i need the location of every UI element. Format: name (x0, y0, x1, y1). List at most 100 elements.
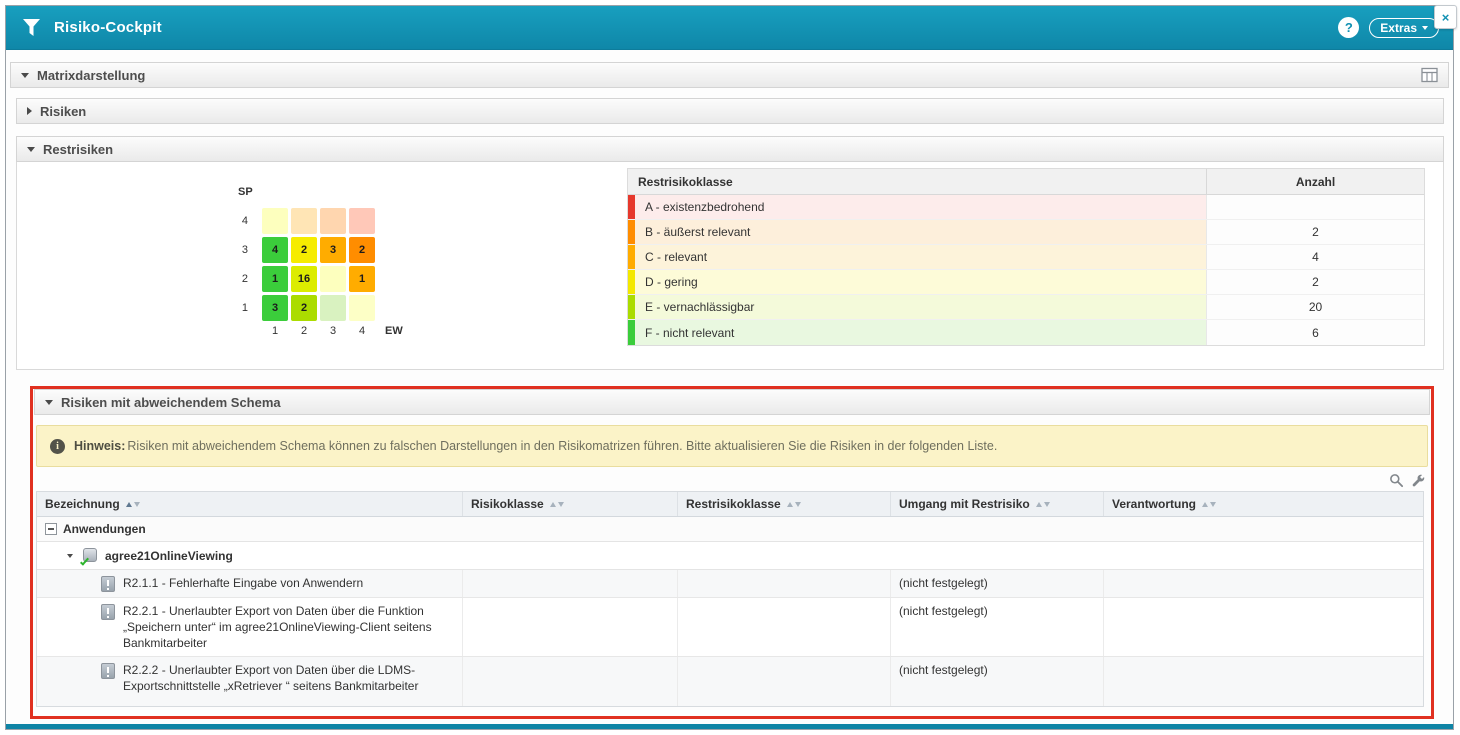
matrix-cell[interactable]: 2 (291, 237, 317, 263)
close-button[interactable]: × (1434, 5, 1457, 29)
sort-icons (1202, 502, 1216, 507)
sort-desc-icon[interactable] (1044, 502, 1050, 507)
sort-asc-icon[interactable] (1036, 502, 1042, 507)
cell-umgang: (nicht festgelegt) (891, 570, 1104, 597)
cell-klasse: A - existenzbedrohend (628, 195, 1206, 219)
section-abweichend: Risiken mit abweichendem Schema i Hinwei… (34, 389, 1430, 707)
risk-row[interactable]: R2.2.1 - Unerlaubter Export von Daten üb… (37, 598, 1423, 657)
section-restrisiken-header[interactable]: Restrisiken (16, 136, 1444, 162)
restrisiko-row[interactable]: B - äußerst relevant 2 (628, 220, 1424, 245)
restrisiko-row[interactable]: F - nicht relevant 6 (628, 320, 1424, 345)
matrix-cell[interactable] (320, 295, 346, 321)
titlebar: Risiko-Cockpit ? Extras (6, 6, 1453, 50)
restrisiko-row[interactable]: A - existenzbedrohend (628, 195, 1424, 220)
cell-restrisikoklasse (678, 657, 891, 706)
risk-row[interactable]: R2.2.2 - Unerlaubter Export von Daten üb… (37, 657, 1423, 706)
matrix-cell[interactable] (349, 295, 375, 321)
restrisiko-row[interactable]: E - vernachlässigbar 20 (628, 295, 1424, 320)
sort-desc-icon[interactable] (558, 502, 564, 507)
risk-row[interactable]: R2.1.1 - Fehlerhafte Eingabe von Anwende… (37, 570, 1423, 598)
section-risiken-header[interactable]: Risiken (16, 98, 1444, 124)
collapse-arrow-icon (27, 147, 35, 152)
section-abweichend-title: Risiken mit abweichendem Schema (61, 395, 281, 410)
section-abweichend-header[interactable]: Risiken mit abweichendem Schema (34, 389, 1430, 415)
sort-asc-icon[interactable] (126, 502, 132, 507)
group-row-anwendungen[interactable]: Anwendungen (37, 517, 1423, 542)
search-icon[interactable] (1389, 473, 1404, 488)
extras-label: Extras (1380, 21, 1417, 35)
matrix-cell[interactable] (262, 208, 288, 234)
restrisiko-row[interactable]: D - gering 2 (628, 270, 1424, 295)
class-label: D - gering (635, 270, 698, 294)
matrix-cell[interactable]: 3 (262, 295, 288, 321)
risk-table: Bezeichnung Risikoklasse Restrisikoklass… (36, 491, 1424, 707)
matrix-cell[interactable]: 16 (291, 266, 317, 292)
hint-text: Hinweis:Risiken mit abweichendem Schema … (74, 439, 997, 453)
grid-view-icon[interactable] (1421, 67, 1438, 83)
column-header-risikoklasse[interactable]: Risikoklasse (463, 492, 678, 516)
column-header-verantwortung[interactable]: Verantwortung (1104, 492, 1423, 516)
header-actions (1421, 67, 1438, 83)
matrix-row: 4 (224, 208, 403, 234)
cell-klasse: B - äußerst relevant (628, 220, 1206, 244)
matrix-cell[interactable]: 1 (262, 266, 288, 292)
cell-anzahl: 20 (1206, 295, 1424, 319)
restrisikoklasse-table-header: Restrisikoklasse Anzahl (628, 169, 1424, 195)
matrix-cell[interactable] (349, 208, 375, 234)
collapse-minus-icon[interactable] (45, 523, 57, 535)
cell-klasse: D - gering (628, 270, 1206, 294)
cell-anzahl: 6 (1206, 320, 1424, 345)
subgroup-row-agree21onlineviewing[interactable]: agree21OnlineViewing (37, 542, 1423, 570)
matrix-cell[interactable]: 3 (320, 237, 346, 263)
cell-bezeichnung: R2.2.1 - Unerlaubter Export von Daten üb… (37, 598, 463, 656)
app-logo-icon (20, 16, 44, 40)
sort-icons (1036, 502, 1050, 507)
restrisiko-row[interactable]: C - relevant 4 (628, 245, 1424, 270)
sort-desc-icon[interactable] (1210, 502, 1216, 507)
cell-restrisikoklasse (678, 598, 891, 656)
column-header-bezeichnung[interactable]: Bezeichnung (37, 492, 463, 516)
section-matrixdarstellung-header[interactable]: Matrixdarstellung (10, 62, 1449, 88)
app-window: Risiko-Cockpit ? Extras Matrixdarstellun… (5, 5, 1454, 730)
class-label: C - relevant (635, 245, 707, 269)
group-label: Anwendungen (63, 522, 146, 536)
cell-anzahl (1206, 195, 1424, 219)
matrix-cell[interactable] (291, 208, 317, 234)
matrix-row: 3 4 2 3 2 (224, 237, 403, 263)
cell-klasse: F - nicht relevant (628, 320, 1206, 345)
table-toolbar (34, 472, 1426, 488)
risk-icon (101, 663, 115, 679)
matrix-cell[interactable]: 4 (262, 237, 288, 263)
matrix-cell[interactable]: 2 (291, 295, 317, 321)
column-header-umgang[interactable]: Umgang mit Restrisiko (891, 492, 1104, 516)
chevron-down-icon (1422, 26, 1428, 30)
matrix-cell[interactable]: 1 (349, 266, 375, 292)
wrench-icon[interactable] (1411, 473, 1426, 488)
matrix-x-axis-label: EW (385, 325, 403, 337)
class-color-swatch (628, 195, 635, 219)
matrix-cell[interactable] (320, 266, 346, 292)
sort-desc-icon[interactable] (795, 502, 801, 507)
cell-verantwortung (1104, 657, 1423, 706)
sort-desc-icon[interactable] (134, 502, 140, 507)
column-label: Verantwortung (1112, 497, 1196, 511)
matrix-cell[interactable]: 2 (349, 237, 375, 263)
sort-asc-icon[interactable] (550, 502, 556, 507)
matrix-y-axis-label: SP (238, 186, 403, 198)
matrix-cell[interactable] (320, 208, 346, 234)
hint-body: Risiken mit abweichendem Schema können z… (127, 439, 997, 453)
sort-asc-icon[interactable] (787, 502, 793, 507)
sort-asc-icon[interactable] (1202, 502, 1208, 507)
matrix-x-tick: 1 (262, 325, 288, 337)
cell-verantwortung (1104, 598, 1423, 656)
application-icon (81, 548, 97, 564)
class-color-swatch (628, 245, 635, 269)
cell-umgang: (nicht festgelegt) (891, 598, 1104, 656)
risk-label: R2.2.2 - Unerlaubter Export von Daten üb… (123, 662, 454, 694)
column-header-restrisikoklasse[interactable]: Restrisikoklasse (678, 492, 891, 516)
column-header-restrisikoklasse: Restrisikoklasse (628, 169, 1206, 194)
help-button[interactable]: ? (1338, 17, 1359, 38)
column-label: Bezeichnung (45, 497, 120, 511)
extras-button[interactable]: Extras (1369, 18, 1439, 38)
collapse-arrow-icon[interactable] (67, 554, 73, 558)
